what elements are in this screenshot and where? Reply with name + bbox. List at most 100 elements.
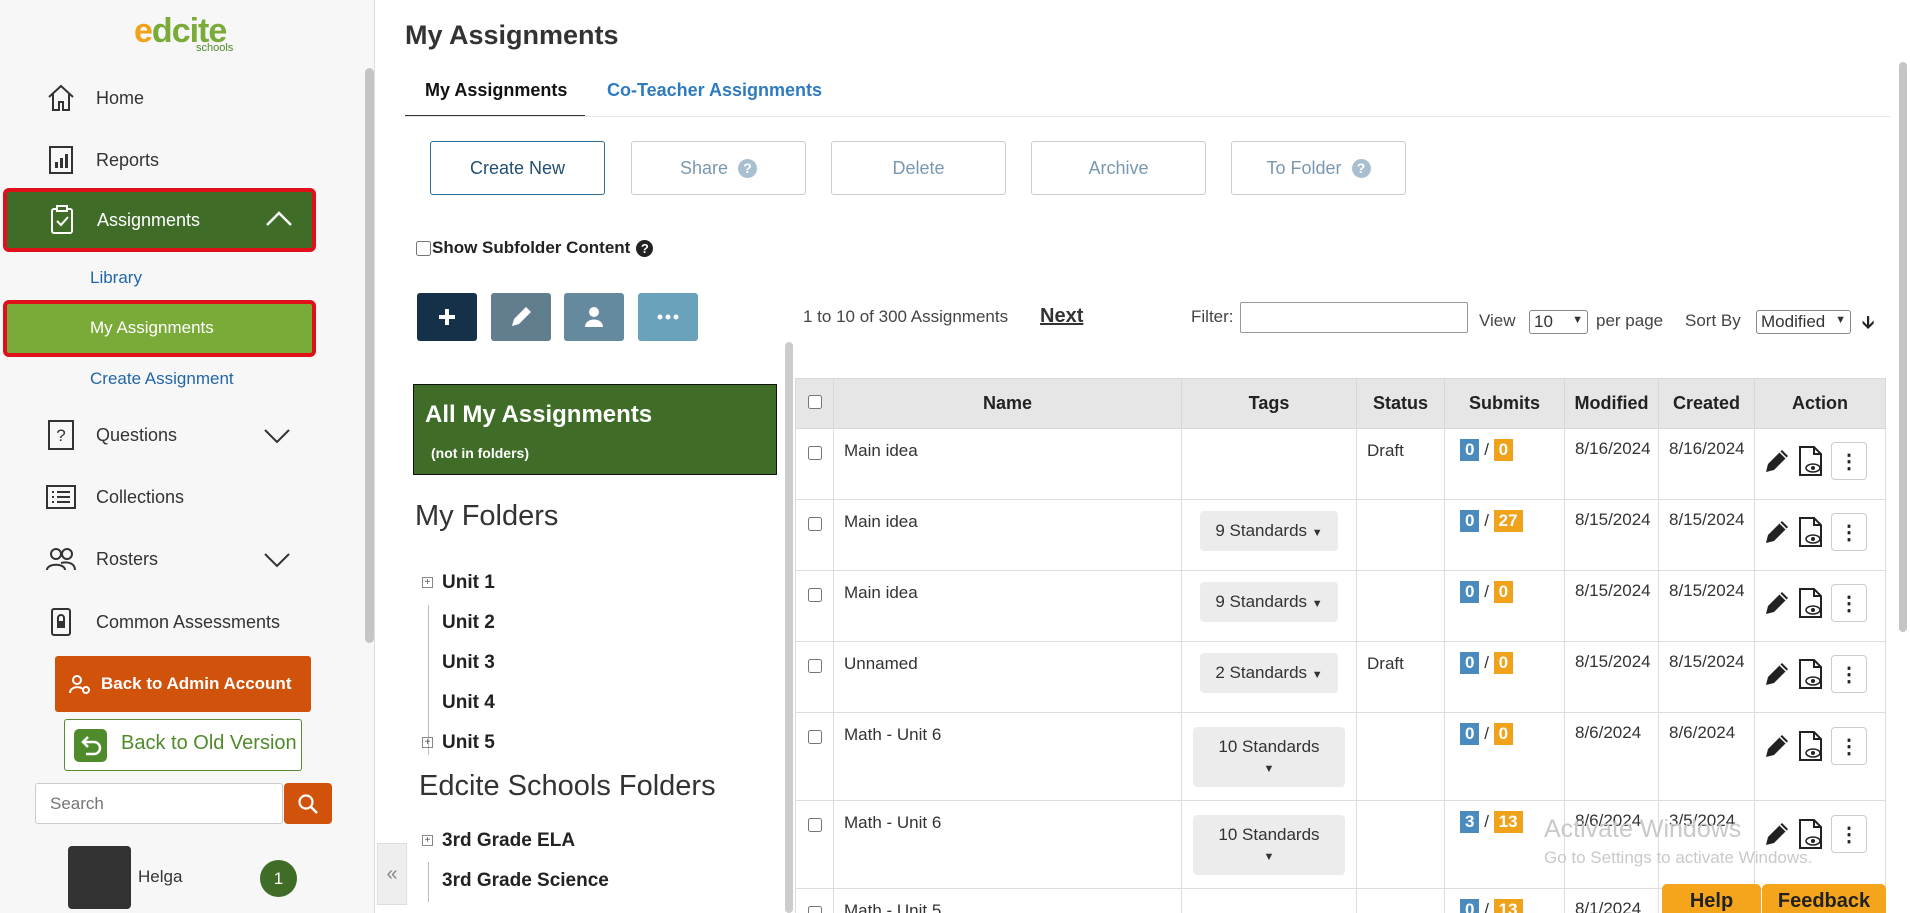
share-button[interactable]: Share? [631, 141, 806, 195]
col-tags[interactable]: Tags [1181, 378, 1357, 429]
sort-direction-icon[interactable]: 🡫 [1862, 310, 1874, 339]
tab-my-assignments[interactable]: My Assignments [405, 80, 585, 117]
total-count-badge[interactable]: 0 [1493, 439, 1514, 461]
assignment-name[interactable]: Math - Unit 6 [844, 813, 941, 832]
name-cell[interactable]: Unnamed [833, 641, 1182, 713]
name-cell[interactable]: Math - Unit 6 [833, 800, 1182, 889]
submitted-count-badge[interactable]: 0 [1460, 899, 1480, 913]
col-name[interactable]: Name [833, 378, 1182, 429]
preview-document-icon[interactable] [1797, 730, 1825, 762]
create-new-button[interactable]: Create New [430, 141, 605, 195]
feedback-button[interactable]: Feedback [1762, 884, 1886, 913]
assignment-name[interactable]: Main idea [844, 441, 918, 460]
sidebar-item-rosters[interactable]: Rosters [8, 531, 314, 587]
assignment-name[interactable]: Math - Unit 5 [844, 901, 941, 913]
sidebar-sub-library[interactable]: Library [90, 268, 142, 288]
assignment-name[interactable]: Main idea [844, 512, 918, 531]
total-count-badge[interactable]: 0 [1493, 652, 1514, 674]
help-button[interactable]: Help [1662, 884, 1761, 913]
tags-dropdown[interactable]: 10 Standards ▼ [1193, 815, 1345, 875]
select-all-checkbox[interactable] [807, 395, 822, 409]
chevron-down-icon[interactable] [262, 421, 292, 449]
tab-co-teacher-assignments[interactable]: Co-Teacher Assignments [607, 80, 822, 101]
share-folder-button[interactable] [564, 293, 624, 341]
submitted-count-badge[interactable]: 0 [1460, 439, 1480, 461]
row-checkbox[interactable] [807, 659, 822, 673]
folder-item[interactable]: 3rd Grade ELA [442, 830, 575, 852]
show-subfolder-checkbox[interactable] [416, 240, 431, 256]
tags-dropdown[interactable]: 2 Standards ▼ [1200, 653, 1338, 693]
tags-dropdown[interactable]: 10 Standards ▼ [1193, 727, 1345, 787]
col-submits[interactable]: Submits [1444, 378, 1565, 429]
per-page-select[interactable]: 10 ▼ [1529, 310, 1588, 334]
sidebar-search-button[interactable] [284, 783, 332, 824]
submitted-count-badge[interactable]: 0 [1460, 581, 1480, 603]
row-checkbox[interactable] [807, 730, 822, 744]
sidebar-sub-my-assignments[interactable]: My Assignments [3, 300, 316, 357]
tags-dropdown[interactable]: 9 Standards ▼ [1200, 511, 1338, 551]
edit-folder-button[interactable] [491, 293, 551, 341]
preview-document-icon[interactable] [1797, 587, 1825, 619]
sidebar-item-questions[interactable]: ? Questions [8, 407, 314, 463]
sidebar-item-reports[interactable]: Reports [8, 132, 314, 188]
folder-item[interactable]: 3rd Grade Science [442, 870, 609, 892]
row-checkbox[interactable] [807, 906, 822, 913]
row-checkbox[interactable] [807, 517, 822, 531]
sidebar-sub-create-assignment[interactable]: Create Assignment [90, 369, 234, 389]
name-cell[interactable]: Main idea [833, 428, 1182, 500]
sidebar-search-input[interactable] [35, 783, 283, 824]
more-options-button[interactable]: ⋮ [1831, 655, 1867, 693]
submitted-count-badge[interactable]: 0 [1460, 652, 1480, 674]
col-modified[interactable]: Modified [1564, 378, 1659, 429]
back-to-old-version-button[interactable]: Back to Old Version [64, 719, 302, 771]
folder-scrollbar[interactable] [785, 342, 793, 913]
delete-button[interactable]: Delete [831, 141, 1006, 195]
table-row[interactable]: Main idea Draft 0 / 0 8/16/2024 8/16/2024 ⋮ [795, 428, 1886, 500]
name-cell[interactable]: Math - Unit 6 [833, 712, 1182, 801]
preview-document-icon[interactable] [1797, 658, 1825, 690]
row-checkbox[interactable] [807, 588, 822, 602]
chevron-down-icon[interactable] [262, 545, 292, 573]
user-name[interactable]: Helga [138, 867, 182, 887]
assignment-name[interactable]: Math - Unit 6 [844, 725, 941, 744]
table-row[interactable]: Math - Unit 6 10 Standards ▼ 3 / 13 8/6/202… [795, 800, 1886, 889]
help-icon[interactable]: ? [636, 239, 654, 257]
more-options-button[interactable]: ⋮ [1831, 727, 1867, 765]
total-count-badge[interactable]: 27 [1493, 510, 1523, 532]
submitted-count-badge[interactable]: 3 [1460, 811, 1480, 833]
table-row[interactable]: Math - Unit 6 10 Standards ▼ 0 / 0 8/6/2024… [795, 712, 1886, 801]
chevron-up-icon[interactable] [264, 205, 294, 233]
filter-input[interactable] [1240, 302, 1468, 333]
expand-icon[interactable]: + [422, 737, 433, 748]
name-cell[interactable]: Main idea [833, 499, 1182, 571]
to-folder-button[interactable]: To Folder? [1231, 141, 1406, 195]
preview-document-icon[interactable] [1797, 818, 1825, 850]
more-folder-options-button[interactable] [638, 293, 698, 341]
folder-item[interactable]: Unit 2 [442, 612, 495, 634]
folder-item[interactable]: Unit 5 [442, 732, 495, 754]
edit-pencil-icon[interactable] [1763, 732, 1791, 760]
total-count-badge[interactable]: 13 [1493, 811, 1523, 833]
folder-item[interactable]: Unit 4 [442, 692, 495, 714]
assignment-name[interactable]: Main idea [844, 583, 918, 602]
assignment-name[interactable]: Unnamed [844, 654, 918, 673]
sidebar-item-common-assessments[interactable]: Common Assessments [8, 594, 314, 650]
more-options-button[interactable]: ⋮ [1831, 442, 1867, 480]
total-count-badge[interactable]: 0 [1493, 581, 1514, 603]
expand-icon[interactable]: + [422, 577, 433, 588]
edit-pencil-icon[interactable] [1763, 820, 1791, 848]
show-subfolder-toggle[interactable]: Show Subfolder Content ? [416, 238, 654, 258]
notification-badge[interactable]: 1 [260, 860, 297, 897]
name-cell[interactable]: Main idea [833, 570, 1182, 642]
table-row[interactable]: Unnamed 2 Standards ▼ Draft 0 / 0 8/15/2024 8… [795, 641, 1886, 713]
avatar[interactable] [68, 846, 131, 909]
col-created[interactable]: Created [1658, 378, 1755, 429]
more-options-button[interactable]: ⋮ [1831, 815, 1867, 853]
edit-pencil-icon[interactable] [1763, 518, 1791, 546]
all-my-assignments-folder[interactable]: All My Assignments (not in folders) [413, 384, 777, 475]
back-to-admin-button[interactable]: Back to Admin Account [55, 656, 311, 712]
sort-by-select[interactable]: Modified ▼ [1756, 310, 1851, 334]
more-options-button[interactable]: ⋮ [1831, 513, 1867, 551]
edit-pencil-icon[interactable] [1763, 447, 1791, 475]
archive-button[interactable]: Archive [1031, 141, 1206, 195]
